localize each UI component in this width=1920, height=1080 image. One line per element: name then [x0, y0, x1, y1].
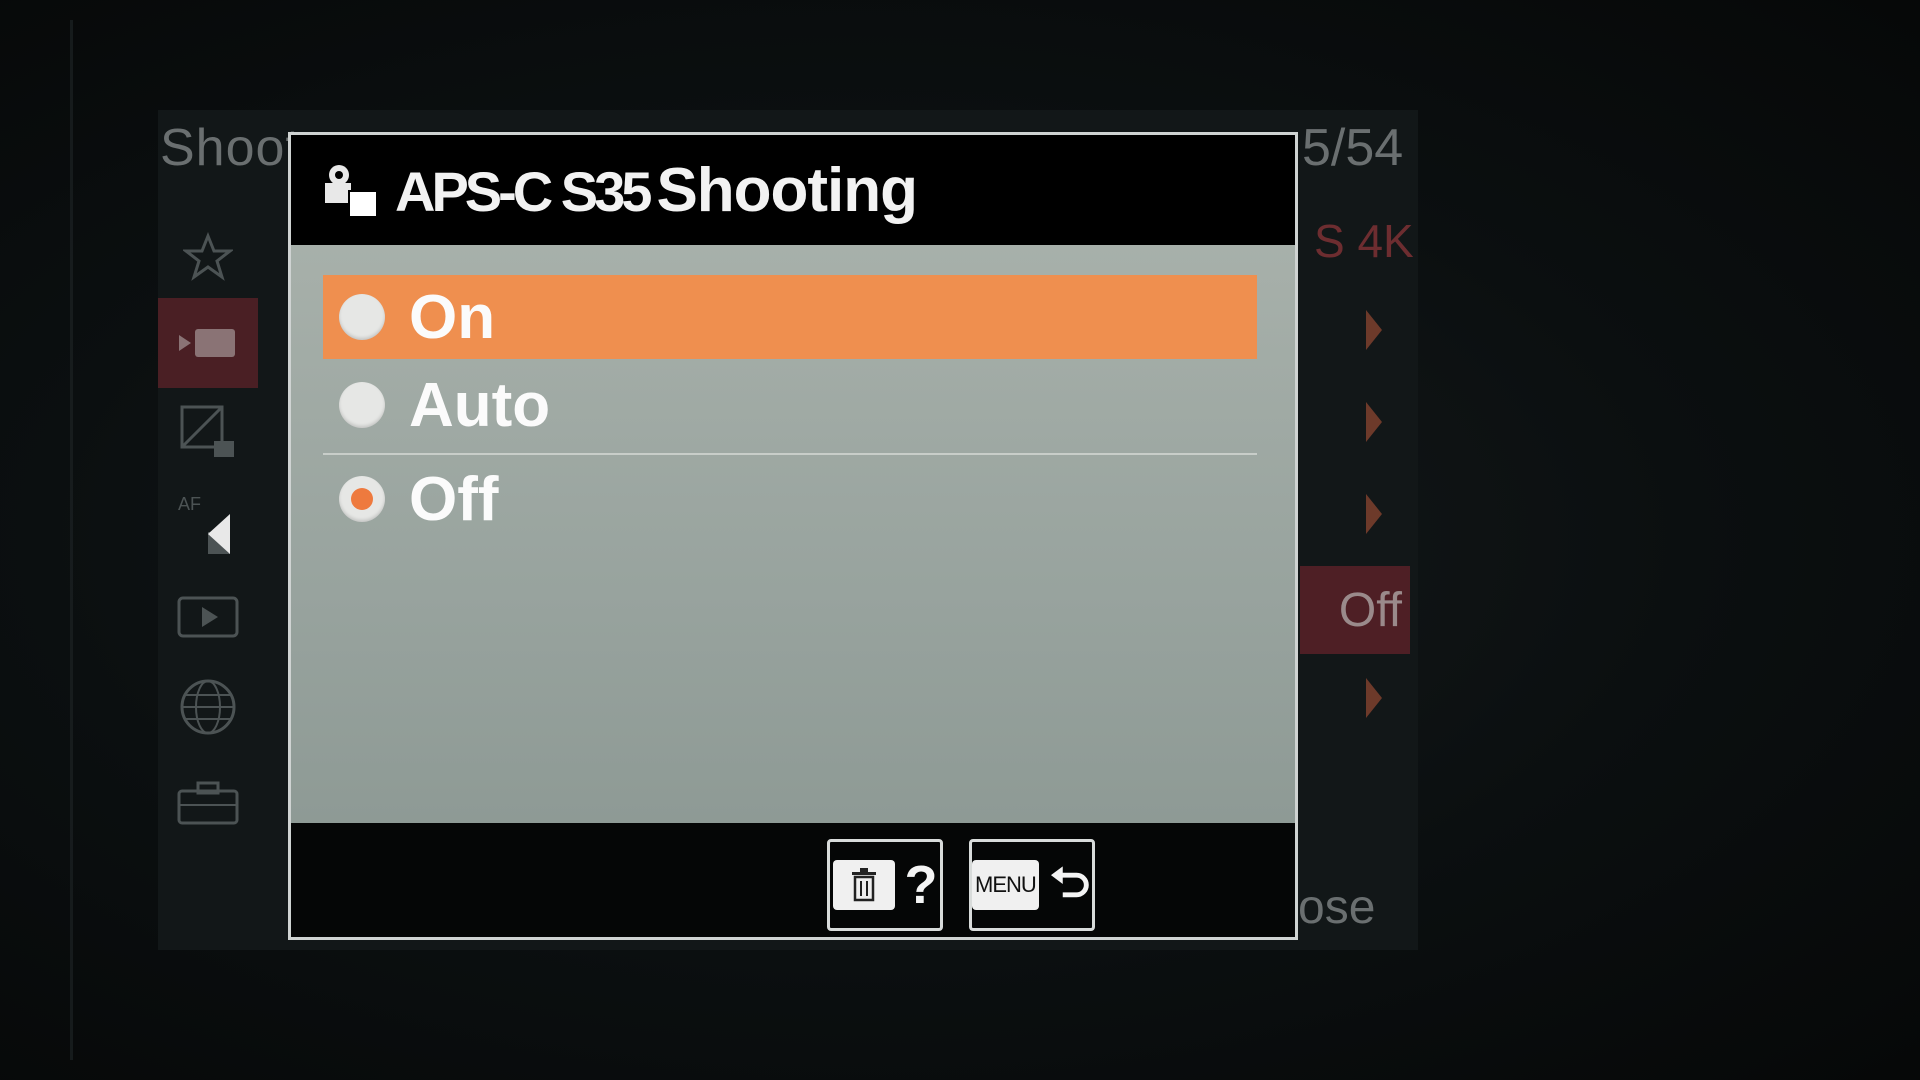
option-off[interactable]: Off: [323, 457, 1257, 541]
dialog-header: APS-C S35 Shooting: [291, 135, 1295, 245]
option-label: Auto: [409, 370, 551, 440]
dialog-title: APS-C S35 Shooting: [395, 155, 918, 225]
row-arrow-icon[interactable]: [1366, 678, 1382, 718]
row-arrow-icon[interactable]: [1366, 310, 1382, 350]
option-label: Off: [409, 464, 499, 534]
back-arrow-icon[interactable]: [208, 514, 230, 554]
dialog-footer: ? MENU: [291, 823, 1295, 937]
movie-still-camera-icon: [325, 165, 378, 218]
tab-favorites[interactable]: [158, 212, 258, 302]
row-arrow-icon[interactable]: [1366, 494, 1382, 534]
trash-icon: [832, 860, 895, 910]
radio-auto[interactable]: [339, 382, 385, 428]
tab-exposure[interactable]: [158, 388, 258, 478]
radio-on[interactable]: [339, 294, 385, 340]
row-arrow-icon[interactable]: [1366, 402, 1382, 442]
tab-playback[interactable]: [158, 572, 258, 662]
tab-movie-shooting[interactable]: [158, 298, 258, 388]
star-icon: [183, 232, 233, 281]
svg-text:AF: AF: [178, 494, 201, 514]
menu-key-icon: MENU: [972, 860, 1039, 910]
tab-setup[interactable]: [158, 758, 258, 848]
tab-network[interactable]: [158, 662, 258, 752]
exposure-icon: [180, 405, 234, 457]
background-format-label: S 4K: [1314, 215, 1414, 267]
return-arrow-icon: [1050, 866, 1089, 898]
option-label: On: [409, 282, 496, 352]
background-menu-title: Shoot: [160, 119, 301, 177]
aps-c-s35-dialog: APS-C S35 Shooting On Auto Off ? MENU: [288, 132, 1298, 940]
playback-icon: [177, 596, 239, 638]
page-indicator: 5/54: [1302, 119, 1404, 177]
options-panel: On Auto Off: [291, 245, 1295, 823]
option-on[interactable]: On: [323, 275, 1257, 359]
globe-icon: [180, 679, 236, 735]
radio-off[interactable]: [339, 476, 385, 522]
help-question-icon: ?: [904, 855, 938, 915]
movie-camera-icon: [179, 329, 235, 357]
menu-back-button[interactable]: MENU: [969, 839, 1095, 931]
option-divider: [323, 453, 1257, 455]
background-current-value: Off: [1300, 566, 1410, 654]
background-close-label: ose: [1298, 881, 1376, 934]
help-button[interactable]: ?: [827, 839, 943, 931]
toolbox-icon: [177, 781, 239, 825]
option-auto[interactable]: Auto: [323, 363, 1257, 447]
